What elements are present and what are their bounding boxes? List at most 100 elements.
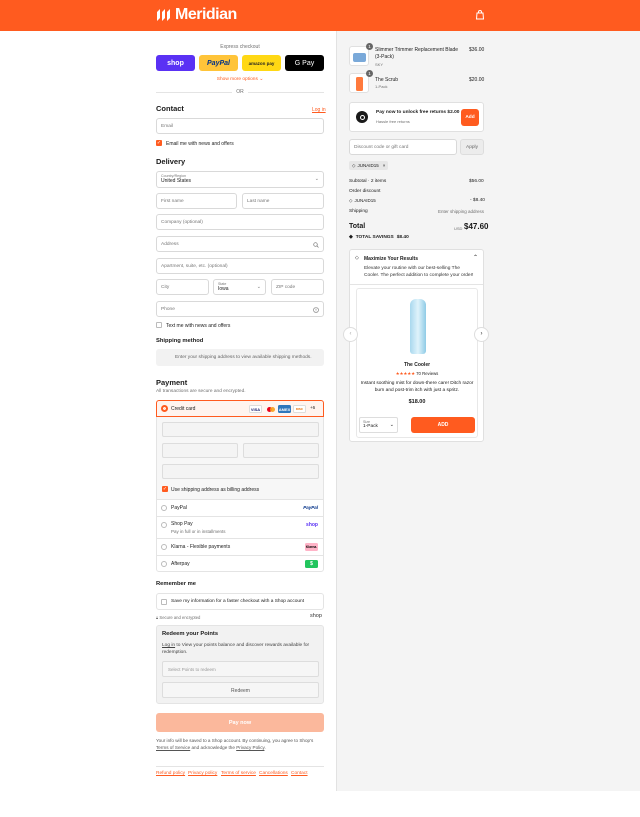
carousel-prev-button[interactable]: ‹ bbox=[343, 327, 358, 342]
tag-icon: ◇ bbox=[349, 198, 353, 203]
subtotal-label: Subtotal · 2 items bbox=[349, 179, 387, 184]
points-select[interactable]: Select Points to redeem bbox=[162, 661, 319, 677]
discount-code-input[interactable]: Discount code or gift card bbox=[349, 139, 457, 155]
paypal-option[interactable]: PayPal PayPal bbox=[156, 499, 324, 516]
privacy-policy-footer-link[interactable]: Privacy policy bbox=[188, 771, 217, 776]
amazon-pay-button[interactable]: amazon pay bbox=[242, 55, 281, 71]
company-input[interactable]: Company (optional) bbox=[156, 214, 324, 230]
klarna-radio[interactable] bbox=[161, 544, 167, 550]
privacy-policy-link[interactable]: Privacy Policy bbox=[236, 745, 264, 750]
remember-me-checkbox[interactable] bbox=[161, 599, 167, 605]
expiration-input[interactable] bbox=[162, 443, 238, 458]
size-select[interactable]: Size 1-Pack ⌄ bbox=[359, 417, 398, 433]
paypal-option-label: PayPal bbox=[171, 505, 187, 511]
apply-discount-button[interactable]: Apply bbox=[460, 139, 484, 155]
upsell-price: $18.00 bbox=[408, 399, 426, 405]
credit-card-radio[interactable] bbox=[161, 405, 168, 412]
visa-icon: VISA bbox=[249, 405, 262, 413]
add-free-returns-button[interactable]: Add bbox=[461, 109, 479, 126]
terms-of-service-footer-link[interactable]: Terms of service bbox=[221, 771, 256, 776]
klarna-option[interactable]: Klarna - Flexible payments Klarna. bbox=[156, 538, 324, 555]
upsell-product-card: The Cooler ★★★★★ 70 Reviews Instant soot… bbox=[356, 288, 478, 438]
login-link[interactable]: Log in bbox=[312, 107, 326, 113]
remember-me-label: Save my information for a faster checkou… bbox=[171, 599, 305, 604]
cart-item-thumbnail bbox=[349, 73, 369, 93]
cancellations-link[interactable]: Cancellations bbox=[259, 771, 288, 776]
credit-card-option[interactable]: Credit card VISA AMEX DISC +6 bbox=[156, 400, 324, 417]
show-more-options-link[interactable]: Show more options ⌄ bbox=[156, 77, 324, 82]
returns-icon bbox=[356, 111, 368, 123]
paypal-logo-icon: PayPal bbox=[303, 505, 318, 510]
paypal-radio[interactable] bbox=[161, 505, 167, 511]
refund-policy-link[interactable]: Refund policy bbox=[156, 771, 185, 776]
google-pay-button[interactable]: G Pay bbox=[285, 55, 324, 71]
cooler-product-image bbox=[410, 299, 426, 354]
afterpay-option[interactable]: Afterpay $ bbox=[156, 555, 324, 572]
chevron-down-icon: ⌄ bbox=[259, 77, 264, 82]
news-checkbox-label: Email me with news and offers bbox=[166, 141, 234, 147]
shop-pay-button[interactable]: shop bbox=[156, 55, 195, 71]
remove-discount-icon[interactable]: × bbox=[383, 163, 386, 168]
redeem-button[interactable]: Redeem bbox=[162, 682, 319, 698]
secure-note-label: Secure and encrypted bbox=[159, 615, 201, 620]
email-input[interactable]: Email bbox=[156, 118, 324, 134]
subtotal-value: $56.00 bbox=[469, 179, 484, 184]
cart-item-name: Slimmer Trimmer Replacement Blade (3-Pac… bbox=[375, 47, 459, 60]
more-cards-count: +6 bbox=[310, 405, 316, 410]
shop-pay-option[interactable]: Shop Pay Pay in full or in installments … bbox=[156, 516, 324, 538]
first-name-input[interactable]: First name bbox=[156, 193, 237, 209]
add-upsell-button[interactable]: ADD bbox=[411, 417, 475, 433]
phone-input[interactable]: Phone bbox=[156, 301, 324, 317]
payment-heading: Payment bbox=[156, 378, 188, 387]
show-more-options-label: Show more options bbox=[216, 77, 258, 82]
brand-logo[interactable]: Meridian bbox=[156, 6, 237, 24]
shop-pay-logo-icon: shop bbox=[306, 522, 318, 528]
legal-text-end: . bbox=[264, 745, 266, 750]
contact-link[interactable]: Contact bbox=[291, 771, 308, 776]
text-news-checkbox[interactable] bbox=[156, 322, 162, 328]
country-select[interactable]: Country/Region United States ⌄ bbox=[156, 171, 324, 188]
city-input[interactable]: City bbox=[156, 279, 209, 295]
country-value: United States bbox=[161, 178, 192, 184]
delivery-heading: Delivery bbox=[156, 157, 186, 166]
help-icon[interactable] bbox=[313, 307, 319, 313]
bag-icon[interactable] bbox=[475, 10, 485, 20]
star-rating-icon: ★★★★★ bbox=[395, 371, 415, 376]
total-savings-value: $8.40 bbox=[396, 235, 409, 240]
pay-now-button[interactable]: Pay now bbox=[156, 713, 324, 732]
credit-card-label: Credit card bbox=[171, 406, 196, 412]
contact-heading: Contact bbox=[156, 104, 184, 113]
lock-icon: 🔒︎ bbox=[156, 615, 159, 620]
shipping-label: Shipping bbox=[349, 209, 368, 214]
security-code-input[interactable] bbox=[243, 443, 319, 458]
search-icon bbox=[313, 242, 319, 248]
afterpay-logo-icon: $ bbox=[305, 560, 318, 568]
last-name-input[interactable]: Last name bbox=[242, 193, 324, 209]
state-select[interactable]: State Iowa ⌄ bbox=[213, 279, 266, 295]
phone-placeholder: Phone bbox=[161, 306, 175, 312]
apartment-input[interactable]: Apartment, suite, etc. (optional) bbox=[156, 258, 324, 274]
carousel-next-button[interactable]: › bbox=[474, 327, 489, 342]
tag-icon: ◆ bbox=[349, 235, 353, 240]
name-on-card-input[interactable] bbox=[162, 464, 319, 479]
legal-text-part1: Your info will be saved to a Shop accoun… bbox=[156, 738, 314, 743]
chevron-up-icon[interactable]: ⌃ bbox=[473, 254, 478, 261]
discount-tag: ◇ JUNAID15 × bbox=[349, 161, 389, 170]
news-checkbox[interactable]: ✓ bbox=[156, 140, 162, 146]
payment-subtitle: All transactions are secure and encrypte… bbox=[156, 389, 246, 394]
afterpay-radio[interactable] bbox=[161, 561, 167, 567]
paypal-button[interactable]: PayPal bbox=[199, 55, 238, 71]
chevron-right-icon: › bbox=[480, 331, 483, 337]
text-news-label: Text me with news and offers bbox=[166, 323, 231, 329]
billing-address-checkbox[interactable]: ✓ bbox=[162, 486, 168, 492]
redeem-description: to View your points balance and discover… bbox=[162, 643, 310, 655]
cart-item-price: $36.00 bbox=[469, 47, 485, 53]
terms-of-service-link[interactable]: Terms of Service bbox=[156, 745, 190, 750]
zip-input[interactable]: ZIP code bbox=[271, 279, 324, 295]
address-input[interactable]: Address bbox=[156, 236, 324, 252]
klarna-label: Klarna - Flexible payments bbox=[171, 544, 231, 550]
or-separator: OR bbox=[232, 89, 248, 95]
card-number-input[interactable] bbox=[162, 422, 319, 437]
shop-pay-radio[interactable] bbox=[161, 522, 167, 528]
redeem-login-link[interactable]: Log in bbox=[162, 643, 175, 648]
